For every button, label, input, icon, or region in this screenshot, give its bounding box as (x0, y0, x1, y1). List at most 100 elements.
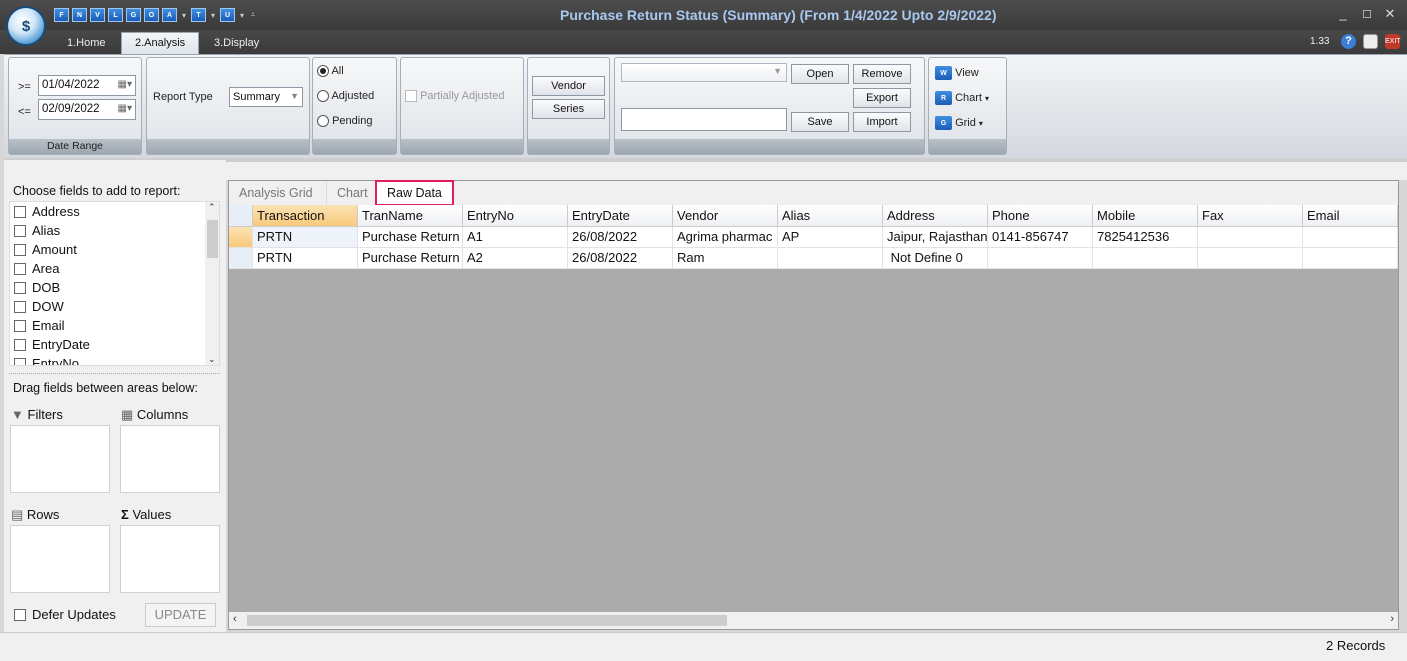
table-cell[interactable]: Agrima pharmac (673, 227, 778, 248)
column-header[interactable]: Alias (778, 205, 883, 227)
qat-l-button[interactable]: L (108, 8, 123, 22)
table-cell[interactable]: PRTN (253, 248, 358, 269)
table-cell[interactable]: Jaipur, Rajasthan (883, 227, 988, 248)
table-cell[interactable]: AP (778, 227, 883, 248)
date-from-field[interactable]: 01/04/2022 ▦▾ (38, 75, 136, 96)
report-type-select[interactable]: Summary ▼ (229, 87, 303, 107)
columns-drop-area[interactable] (120, 425, 220, 493)
qat-o-button[interactable]: O (144, 8, 159, 22)
checkbox-icon[interactable] (14, 319, 26, 332)
tab-home[interactable]: 1.Home (54, 33, 119, 54)
grid-corner[interactable] (229, 205, 253, 227)
column-header[interactable]: Phone (988, 205, 1093, 227)
field-item-amount[interactable]: Amount (10, 240, 219, 259)
column-header[interactable]: TranName (358, 205, 463, 227)
field-item-entryno[interactable]: EntryNo (10, 354, 219, 365)
table-cell[interactable] (1198, 248, 1303, 269)
field-item-area[interactable]: Area (10, 259, 219, 278)
table-cell[interactable]: 0141-856747 (988, 227, 1093, 248)
column-header[interactable]: Vendor (673, 205, 778, 227)
maximize-button[interactable]: ☐ (1357, 8, 1377, 21)
table-cell[interactable] (1198, 227, 1303, 248)
radio-all[interactable]: All (317, 65, 344, 78)
close-button[interactable]: ✕ (1380, 6, 1400, 22)
date-to-field[interactable]: 02/09/2022 ▦▾ (38, 99, 136, 120)
tab-analysis-grid[interactable]: Analysis Grid (229, 181, 323, 205)
row-indicator[interactable] (229, 248, 253, 269)
filters-drop-area[interactable] (10, 425, 110, 493)
field-item-entrydate[interactable]: EntryDate (10, 335, 219, 354)
qat-t-button[interactable]: T (191, 8, 206, 22)
field-item-email[interactable]: Email (10, 316, 219, 335)
qat-n-button[interactable]: N (72, 8, 87, 22)
open-button[interactable]: Open (791, 64, 849, 84)
minimize-button[interactable]: _ (1333, 6, 1353, 21)
scrollbar-thumb[interactable] (247, 615, 727, 626)
table-cell[interactable]: Purchase Return (358, 248, 463, 269)
radio-pending[interactable]: Pending (317, 115, 372, 128)
tab-chart[interactable]: Chart (326, 181, 378, 205)
update-button[interactable]: UPDATE (145, 603, 216, 627)
tab-analysis[interactable]: 2.Analysis (121, 32, 200, 54)
checkbox-icon[interactable] (14, 262, 26, 275)
exit-icon[interactable]: EXIT (1385, 34, 1401, 49)
partially-adjusted-checkbox[interactable]: Partially Adjusted (405, 90, 504, 103)
export-button[interactable]: Export (853, 88, 911, 108)
notes-icon[interactable] (1363, 34, 1378, 49)
help-icon[interactable]: ? (1341, 34, 1356, 49)
rows-drop-area[interactable] (10, 525, 110, 593)
view-button[interactable]: W View (935, 66, 979, 80)
checkbox-icon[interactable] (14, 205, 26, 218)
column-header[interactable]: Address (883, 205, 988, 227)
checkbox-icon[interactable] (14, 300, 26, 313)
field-item-alias[interactable]: Alias (10, 221, 219, 240)
column-header[interactable]: Mobile (1093, 205, 1198, 227)
field-list-scrollbar[interactable]: ⌃ ⌄ (205, 202, 219, 365)
table-cell[interactable] (1303, 227, 1398, 248)
radio-adjusted[interactable]: Adjusted (317, 90, 374, 103)
table-cell[interactable]: 7825412536 (1093, 227, 1198, 248)
qat-g-button[interactable]: G (126, 8, 141, 22)
column-header[interactable]: Transaction (253, 205, 358, 227)
app-orb-button[interactable]: $ (6, 6, 46, 46)
table-cell[interactable]: A2 (463, 248, 568, 269)
field-item-address[interactable]: Address (10, 202, 219, 221)
scrollbar-thumb[interactable] (207, 220, 218, 258)
chevron-down-icon[interactable]: ▾ (238, 11, 246, 20)
chevron-left-icon[interactable]: ‹ (233, 613, 237, 625)
defer-updates-checkbox[interactable]: Defer Updates (14, 607, 116, 622)
horizontal-scrollbar[interactable]: ‹ › (229, 612, 1398, 629)
vendor-button[interactable]: Vendor (532, 76, 605, 96)
checkbox-icon[interactable] (14, 357, 26, 365)
row-indicator[interactable] (229, 227, 253, 248)
table-cell[interactable]: A1 (463, 227, 568, 248)
table-cell[interactable]: 26/08/2022 (568, 227, 673, 248)
column-header[interactable]: EntryDate (568, 205, 673, 227)
layout-name-input[interactable] (621, 108, 787, 131)
qat-a-button[interactable]: A (162, 8, 177, 22)
table-cell[interactable] (778, 248, 883, 269)
qat-u-button[interactable]: U (220, 8, 235, 22)
chevron-down-icon[interactable]: ▾ (209, 11, 217, 20)
tab-display[interactable]: 3.Display (201, 33, 272, 54)
grid-button[interactable]: G Grid ▾ (935, 116, 983, 130)
column-header[interactable]: Email (1303, 205, 1398, 227)
table-cell[interactable]: 26/08/2022 (568, 248, 673, 269)
chevron-down-icon[interactable]: ⌄ (208, 354, 216, 365)
values-drop-area[interactable] (120, 525, 220, 593)
chart-button[interactable]: R Chart ▾ (935, 91, 989, 105)
table-cell[interactable] (1093, 248, 1198, 269)
tab-raw-data[interactable]: Raw Data (375, 180, 454, 206)
customize-qat-icon[interactable]: ⩡ (249, 10, 257, 20)
chevron-up-icon[interactable]: ⌃ (208, 202, 216, 213)
checkbox-icon[interactable] (14, 224, 26, 237)
table-cell[interactable]: Ram (673, 248, 778, 269)
calendar-icon[interactable]: ▦▾ (118, 79, 132, 92)
qat-v-button[interactable]: V (90, 8, 105, 22)
table-cell[interactable]: PRTN (253, 227, 358, 248)
layout-select[interactable]: ▼ (621, 63, 787, 82)
qat-f-button[interactable]: F (54, 8, 69, 22)
field-item-dow[interactable]: DOW (10, 297, 219, 316)
column-header[interactable]: Fax (1198, 205, 1303, 227)
table-cell[interactable]: Not Define 0 (883, 248, 988, 269)
